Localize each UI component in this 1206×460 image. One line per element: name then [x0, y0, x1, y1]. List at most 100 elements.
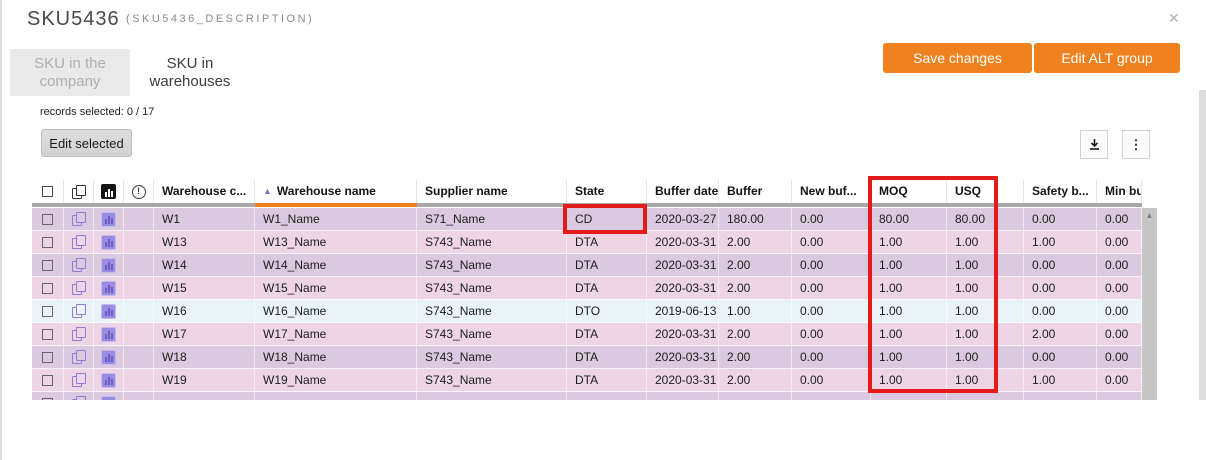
col-supplier-name[interactable]: Supplier name: [417, 180, 567, 203]
tab-sku-in-warehouses[interactable]: SKU in warehouses: [130, 49, 250, 96]
table-cell: 0.00: [1097, 300, 1142, 322]
col-warehouse-name[interactable]: ▲Warehouse name: [255, 180, 417, 203]
export-download-button[interactable]: [1080, 130, 1108, 159]
chart-icon[interactable]: [101, 281, 116, 296]
table-cell: [567, 392, 647, 400]
col-new-buffer[interactable]: New buf...: [792, 180, 871, 203]
copy-icon[interactable]: [72, 281, 86, 295]
copy-icon[interactable]: [72, 258, 86, 272]
save-changes-button[interactable]: Save changes: [883, 43, 1032, 73]
table-row[interactable]: W17W17_NameS743_NameDTA2020-03-312.000.0…: [32, 323, 1142, 346]
col-usq[interactable]: USQ: [947, 180, 1024, 203]
copy-icon[interactable]: [72, 235, 86, 249]
table-cell: 80.00: [871, 208, 947, 230]
row-checkbox[interactable]: [42, 260, 53, 271]
row-checkbox[interactable]: [42, 237, 53, 248]
history-cell: [124, 208, 154, 230]
table-cell: [792, 392, 871, 400]
table-cell: 1.00: [947, 277, 1024, 299]
col-safety-buffer[interactable]: Safety b...: [1024, 180, 1097, 203]
select-all-checkbox[interactable]: [42, 186, 53, 197]
copy-icon[interactable]: [72, 373, 86, 387]
row-checkbox[interactable]: [42, 398, 53, 401]
page-subtitle: (SKU5436_DESCRIPTION): [126, 13, 314, 25]
row-checkbox[interactable]: [42, 375, 53, 386]
table-cell: 1.00: [871, 277, 947, 299]
table-cell: W14_Name: [255, 254, 417, 276]
download-icon: [1088, 138, 1101, 151]
more-options-button[interactable]: ⋮: [1122, 130, 1150, 159]
table-cell: W18_Name: [255, 346, 417, 368]
page-scrollbar[interactable]: [1199, 90, 1206, 400]
tab-sku-in-company[interactable]: SKU in the company: [10, 49, 130, 96]
table-cell: 0.00: [792, 346, 871, 368]
table-row[interactable]: W13W13_NameS743_NameDTA2020-03-312.000.0…: [32, 231, 1142, 254]
table-cell: 0.00: [1024, 277, 1097, 299]
col-buffer-date[interactable]: Buffer date: [647, 180, 719, 203]
table-cell: W15: [154, 277, 255, 299]
table-cell: 0.00: [792, 277, 871, 299]
table-row[interactable]: W19W19_NameS743_NameDTA2020-03-312.000.0…: [32, 369, 1142, 392]
table-header: ! Warehouse c... ▲Warehouse name Supplie…: [32, 180, 1142, 203]
table-cell: 2.00: [719, 254, 792, 276]
table-row[interactable]: W14W14_NameS743_NameDTA2020-03-312.000.0…: [32, 254, 1142, 277]
table-cell: S743_Name: [417, 369, 567, 391]
copy-icon[interactable]: [72, 185, 86, 199]
table-cell: CD: [567, 208, 647, 230]
chart-icon[interactable]: [101, 212, 116, 227]
copy-icon[interactable]: [72, 304, 86, 318]
chart-icon[interactable]: [101, 304, 116, 319]
table-cell: [154, 392, 255, 400]
table-cell: 0.00: [1024, 346, 1097, 368]
alert-circle-icon[interactable]: !: [132, 185, 146, 199]
table-cell: 1.00: [871, 323, 947, 345]
copy-icon[interactable]: [72, 350, 86, 364]
chart-icon[interactable]: [101, 327, 116, 342]
col-warehouse-code[interactable]: Warehouse c...: [154, 180, 255, 203]
copy-icon[interactable]: [72, 396, 86, 400]
copy-icon[interactable]: [72, 327, 86, 341]
table-cell: W19_Name: [255, 369, 417, 391]
table-scrollbar[interactable]: ▲: [1142, 208, 1157, 400]
tab-bar: SKU in the company SKU in warehouses: [10, 49, 250, 96]
table-row[interactable]: W18W18_NameS743_NameDTA2020-03-312.000.0…: [32, 346, 1142, 369]
table-cell: 1.00: [947, 369, 1024, 391]
col-buffer[interactable]: Buffer: [719, 180, 792, 203]
col-moq[interactable]: MOQ: [871, 180, 947, 203]
table-cell: 0.00: [1097, 346, 1142, 368]
table-row[interactable]: W1W1_NameS71_NameCD2020-03-27180.000.008…: [32, 208, 1142, 231]
table-cell: DTO: [567, 300, 647, 322]
table-cell: S743_Name: [417, 277, 567, 299]
row-checkbox[interactable]: [42, 329, 53, 340]
table-cell: [647, 392, 719, 400]
table-cell: DTA: [567, 254, 647, 276]
edit-alt-group-button[interactable]: Edit ALT group: [1034, 43, 1180, 73]
table-row[interactable]: [32, 392, 1142, 400]
chart-icon[interactable]: [101, 235, 116, 250]
table-cell: W14: [154, 254, 255, 276]
table-cell: 0.00: [1024, 300, 1097, 322]
chart-icon[interactable]: [101, 350, 116, 365]
table-row[interactable]: W15W15_NameS743_NameDTA2020-03-312.000.0…: [32, 277, 1142, 300]
chart-icon[interactable]: [101, 373, 116, 388]
table-cell: 1.00: [947, 323, 1024, 345]
table-cell: 0.00: [792, 300, 871, 322]
table-row[interactable]: W16W16_NameS743_NameDTO2019-06-131.000.0…: [32, 300, 1142, 323]
col-min-buffer[interactable]: Min buf: [1097, 180, 1142, 203]
row-checkbox[interactable]: [42, 306, 53, 317]
table-cell: [947, 392, 1024, 400]
chart-icon[interactable]: [101, 258, 116, 273]
close-icon[interactable]: ✕: [1168, 10, 1180, 27]
table-cell: 180.00: [719, 208, 792, 230]
row-checkbox[interactable]: [42, 352, 53, 363]
copy-icon[interactable]: [72, 212, 86, 226]
col-state[interactable]: State: [567, 180, 647, 203]
scroll-up-icon[interactable]: ▲: [1142, 208, 1157, 224]
edit-selected-button[interactable]: Edit selected: [41, 129, 132, 157]
table-cell: 2020-03-31: [647, 323, 719, 345]
chart-icon[interactable]: [101, 396, 116, 401]
table-cell: S743_Name: [417, 346, 567, 368]
row-checkbox[interactable]: [42, 214, 53, 225]
row-checkbox[interactable]: [42, 283, 53, 294]
chart-icon[interactable]: [101, 184, 116, 199]
